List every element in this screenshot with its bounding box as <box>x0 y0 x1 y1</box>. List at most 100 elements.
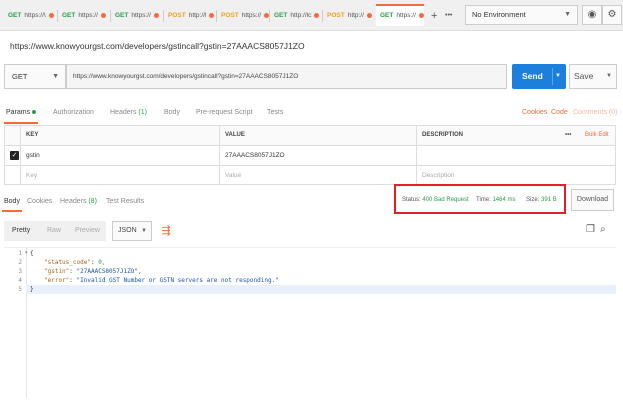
request-tab-5[interactable]: POST https:// <box>221 6 270 26</box>
chevron-down-icon[interactable]: ▼ <box>555 64 561 89</box>
chevron-down-icon: ▼ <box>52 73 59 80</box>
method-select[interactable]: GET ▼ <box>4 64 66 89</box>
description-input[interactable]: Description <box>417 166 615 185</box>
more-tabs-button[interactable]: ••• <box>445 6 452 26</box>
tab-prerequest-script[interactable]: Pre-request Script <box>196 109 252 116</box>
fold-arrow-icon[interactable]: ▾ <box>25 250 28 256</box>
tab-url: http://lc <box>290 12 312 19</box>
bulk-edit-link[interactable]: Bulk Edit <box>585 126 609 145</box>
environment-select[interactable]: No Environment ▼ <box>465 5 578 25</box>
request-tab-6[interactable]: GET http://lc <box>274 6 320 26</box>
line-number: 2 <box>18 259 22 266</box>
json-key: "gstin" <box>44 268 70 275</box>
value-column-header: VALUE <box>220 126 417 145</box>
tab-method: POST <box>168 12 186 19</box>
line-number: 5 <box>18 286 22 293</box>
description-header-label: DESCRIPTION <box>422 132 464 138</box>
chevron-down-icon: ▼ <box>564 11 571 18</box>
active-response-tab-indicator <box>2 210 22 212</box>
tab-url: https:// <box>241 12 262 19</box>
key-column-header: KEY <box>21 126 220 145</box>
tab-method: POST <box>221 12 239 19</box>
tab-body[interactable]: Body <box>164 109 180 116</box>
response-tab-cookies[interactable]: Cookies <box>27 198 52 205</box>
raw-button[interactable]: Raw <box>47 221 61 241</box>
code-line: "status_code": 0, <box>44 259 106 266</box>
tab-params-label: Params <box>6 109 31 116</box>
tab-divider <box>269 10 270 22</box>
row-checkbox-cell <box>5 166 21 185</box>
json-value: 0, <box>98 259 106 266</box>
environment-value: No Environment <box>472 10 526 19</box>
line-number: 4 <box>18 277 22 284</box>
tab-url: https://\ <box>24 12 46 19</box>
chevron-down-icon[interactable]: ▼ <box>606 65 612 88</box>
search-icon[interactable]: ⌕ <box>600 224 606 235</box>
param-key[interactable]: gstin <box>21 146 220 165</box>
more-options-icon[interactable]: ••• <box>565 126 571 145</box>
param-description[interactable] <box>417 146 615 165</box>
request-tab-2[interactable]: GET https:// <box>62 6 106 26</box>
request-tab-3[interactable]: GET https:// <box>115 6 159 26</box>
param-value[interactable]: 27AAACS8057J1ZO <box>220 146 417 165</box>
headers-count: (1) <box>138 109 147 116</box>
tab-headers-label: Headers <box>110 109 137 116</box>
preview-button[interactable]: Preview <box>75 221 100 241</box>
request-tab-7[interactable]: POST http:// <box>327 6 372 26</box>
download-button[interactable]: Download <box>571 189 614 211</box>
value-input[interactable]: Value <box>220 166 417 185</box>
active-dot-icon <box>32 110 37 115</box>
wrap-lines-icon[interactable]: ⇶ <box>158 221 174 241</box>
tab-url: https:// <box>78 12 98 19</box>
tab-divider <box>57 10 58 22</box>
add-tab-button[interactable]: + <box>431 6 437 26</box>
request-title: https://www.knowyourgst.com/developers/g… <box>10 41 305 51</box>
copy-icon[interactable]: ❐ <box>586 224 595 235</box>
send-button[interactable]: Send ▼ <box>512 64 566 89</box>
unsaved-dot-icon <box>100 12 106 18</box>
comments-link[interactable]: Comments (0) <box>573 109 617 116</box>
request-tab-4[interactable]: POST http://l <box>168 6 215 26</box>
manage-environments-button[interactable]: ⚙ <box>602 5 622 25</box>
response-tab-test-results[interactable]: Test Results <box>106 198 144 205</box>
send-label: Send <box>522 71 543 81</box>
send-divider <box>552 68 553 85</box>
highlight-box <box>394 184 566 214</box>
json-value: "Invalid GST Number or GSTN servers are … <box>76 277 279 284</box>
url-input[interactable]: https://www.knowyourgst.com/developers/g… <box>66 64 507 89</box>
tab-authorization[interactable]: Authorization <box>53 109 94 116</box>
unsaved-dot-icon <box>314 12 320 18</box>
unsaved-dot-icon <box>366 12 372 18</box>
tab-method: GET <box>380 12 394 19</box>
tab-params[interactable]: Params <box>6 109 37 116</box>
description-column-header: DESCRIPTION ••• Bulk Edit <box>417 126 615 145</box>
format-select[interactable]: JSON ▼ <box>112 221 152 241</box>
tab-url: http:// <box>347 12 364 19</box>
cookies-link[interactable]: Cookies <box>522 109 547 116</box>
code-line: } <box>30 286 34 293</box>
request-tab-8-active[interactable]: GET https:// <box>376 4 424 26</box>
code-line: "gstin": "27AAACS8057J1ZO", <box>44 268 142 275</box>
unsaved-dot-icon <box>209 12 215 18</box>
environment-quick-look-button[interactable]: ◉ <box>582 5 602 25</box>
response-tab-body[interactable]: Body <box>4 198 20 205</box>
response-tab-headers[interactable]: Headers (8) <box>60 198 97 205</box>
response-headers-count: (8) <box>88 198 97 205</box>
line-number: 3 <box>18 268 22 275</box>
pretty-button[interactable]: Pretty <box>12 221 30 241</box>
code-line: { <box>30 250 34 257</box>
tab-headers[interactable]: Headers (1) <box>110 109 147 116</box>
tab-divider <box>163 10 164 22</box>
save-button[interactable]: Save ▼ <box>569 64 617 89</box>
code-link[interactable]: Code <box>551 109 568 116</box>
gear-icon: ⚙ <box>607 9 617 20</box>
header-check-cell <box>5 126 21 145</box>
json-key: "error" <box>44 277 70 284</box>
request-tab-1[interactable]: GET https://\ <box>8 6 54 26</box>
line-number: 1 <box>18 250 22 257</box>
save-label: Save <box>574 71 594 81</box>
key-input[interactable]: Key <box>21 166 220 185</box>
row-checkbox-cell[interactable]: ✓ <box>5 146 21 165</box>
tab-tests[interactable]: Tests <box>267 109 283 116</box>
checkbox-checked-icon[interactable]: ✓ <box>10 151 19 160</box>
